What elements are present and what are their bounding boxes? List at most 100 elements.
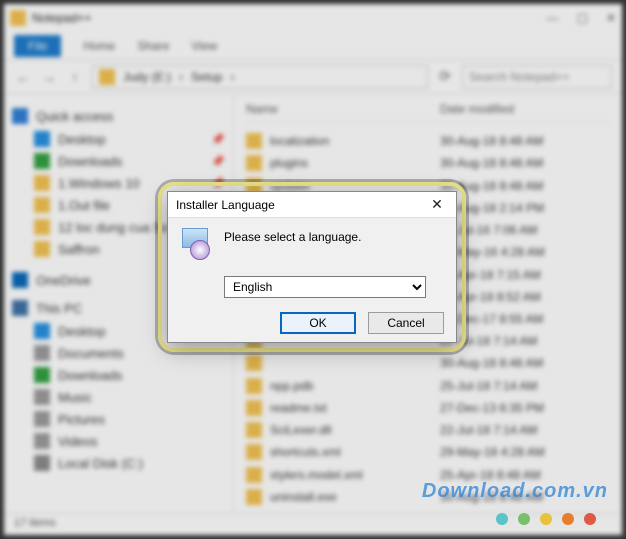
dialog-title: Installer Language <box>176 198 275 212</box>
file-row[interactable]: readme.txt <box>246 400 440 416</box>
file-row[interactable] <box>246 355 440 371</box>
sidebar-item[interactable]: Local Disk (C:) <box>12 452 225 474</box>
sidebar-item[interactable]: Videos <box>12 430 225 452</box>
file-icon <box>246 444 262 460</box>
file-date: 27-Dec-13 6:35 PM <box>440 400 610 416</box>
watermark-dots <box>496 513 596 525</box>
minimize-button[interactable]: — <box>547 11 559 25</box>
brand-dot <box>518 513 530 525</box>
sidebar-item[interactable]: Downloads <box>12 364 225 386</box>
item-icon <box>34 367 50 383</box>
brand-dot <box>540 513 552 525</box>
file-date: 07-Dec-17 8:55 AM <box>440 311 610 327</box>
folder-icon <box>99 69 115 85</box>
sidebar-item[interactable]: Music <box>12 386 225 408</box>
file-icon <box>246 355 262 371</box>
cancel-button[interactable]: Cancel <box>368 312 444 334</box>
file-date: 22-Jul-18 7:14 AM <box>440 333 610 349</box>
tab-share[interactable]: Share <box>137 39 169 53</box>
file-date: 30-Aug-18 8:48 AM <box>440 155 610 171</box>
file-row[interactable]: npp.pdb <box>246 378 440 394</box>
file-date: 22-Jul-18 7:14 AM <box>440 422 610 438</box>
item-icon <box>34 241 50 257</box>
ok-button[interactable]: OK <box>280 312 356 334</box>
file-date: 30-Aug-18 2:14 PM <box>440 200 610 216</box>
file-date: 25-Apr-18 8:52 AM <box>440 289 610 305</box>
sidebar-item[interactable]: Documents <box>12 342 225 364</box>
column-header-name[interactable]: Name <box>246 102 440 123</box>
sidebar-item[interactable]: Desktop📌 <box>12 128 225 150</box>
item-icon <box>34 219 50 235</box>
item-icon <box>34 323 50 339</box>
file-date: 25-Jul-18 7:14 AM <box>440 378 610 394</box>
file-row[interactable]: uninstall.exe <box>246 489 440 505</box>
file-date: 30-Aug-18 8:48 AM <box>440 177 610 193</box>
item-icon <box>34 345 50 361</box>
refresh-button[interactable]: ⟳ <box>436 68 454 85</box>
language-select[interactable]: English <box>224 276 426 298</box>
pin-icon: 📌 <box>211 133 225 146</box>
installer-language-dialog: Installer Language ✕ Please select a lan… <box>167 191 457 343</box>
item-icon <box>34 433 50 449</box>
file-date: 12-Apr-18 7:15 AM <box>440 266 610 282</box>
file-icon <box>246 400 262 416</box>
file-icon <box>246 155 262 171</box>
column-header-date[interactable]: Date modified <box>440 102 610 123</box>
file-row[interactable]: localization <box>246 133 440 149</box>
crumb[interactable]: Setup <box>191 70 222 84</box>
maximize-button[interactable]: ▢ <box>577 11 588 25</box>
ribbon-tabs: File Home Share View <box>4 32 622 60</box>
item-icon <box>34 455 50 471</box>
tab-home[interactable]: Home <box>83 39 115 53</box>
search-input[interactable]: Search Notepad++ <box>462 65 612 89</box>
dialog-titlebar: Installer Language ✕ <box>168 192 456 218</box>
pin-icon: 📌 <box>211 177 225 190</box>
file-icon <box>246 467 262 483</box>
file-icon <box>246 489 262 505</box>
window-title: Notepad++ <box>32 11 91 25</box>
sidebar-section[interactable]: Quick access <box>12 108 225 124</box>
item-icon <box>34 175 50 191</box>
nav-forward-button[interactable]: → <box>40 69 58 85</box>
file-date: 29-May-18 4:28 AM <box>440 444 610 460</box>
file-date: 30-Aug-18 8:48 AM <box>440 133 610 149</box>
address-bar: ← → ↑ Judy (E:) › Setup › ⟳ Search Notep… <box>4 60 622 94</box>
file-date: 22-Jul-16 7:06 AM <box>440 222 610 238</box>
tab-view[interactable]: View <box>191 39 217 53</box>
file-icon <box>246 378 262 394</box>
brand-dot <box>496 513 508 525</box>
brand-dot <box>562 513 574 525</box>
section-icon <box>12 300 28 316</box>
file-icon <box>246 133 262 149</box>
file-row[interactable]: SciLexer.dll <box>246 422 440 438</box>
crumb[interactable]: Judy (E:) <box>123 70 171 84</box>
item-icon <box>34 389 50 405</box>
dialog-message: Please select a language. <box>224 228 444 244</box>
nav-back-button[interactable]: ← <box>14 69 32 85</box>
brand-dot <box>584 513 596 525</box>
titlebar: Notepad++ — ▢ ✕ <box>4 4 622 32</box>
section-icon <box>12 108 28 124</box>
file-date: 24-May-16 4:28 AM <box>440 244 610 260</box>
file-icon <box>246 422 262 438</box>
file-row[interactable]: stylers.model.xml <box>246 467 440 483</box>
item-icon <box>34 153 50 169</box>
item-icon <box>34 197 50 213</box>
breadcrumb[interactable]: Judy (E:) › Setup › <box>92 65 428 89</box>
file-row[interactable]: plugins <box>246 155 440 171</box>
watermark-text: Download.com.vn <box>422 480 608 503</box>
file-tab[interactable]: File <box>14 35 61 57</box>
sidebar-item[interactable]: Pictures <box>12 408 225 430</box>
pin-icon: 📌 <box>211 155 225 168</box>
item-icon <box>34 131 50 147</box>
close-icon[interactable]: ✕ <box>426 196 448 214</box>
nav-up-button[interactable]: ↑ <box>66 69 84 85</box>
file-date: 30-Aug-18 8:48 AM <box>440 355 610 371</box>
section-icon <box>12 272 28 288</box>
close-window-button[interactable]: ✕ <box>606 11 616 25</box>
folder-icon <box>10 10 26 26</box>
item-icon <box>34 411 50 427</box>
installer-icon <box>180 228 212 260</box>
file-row[interactable]: shortcuts.xml <box>246 444 440 460</box>
sidebar-item[interactable]: Downloads📌 <box>12 150 225 172</box>
